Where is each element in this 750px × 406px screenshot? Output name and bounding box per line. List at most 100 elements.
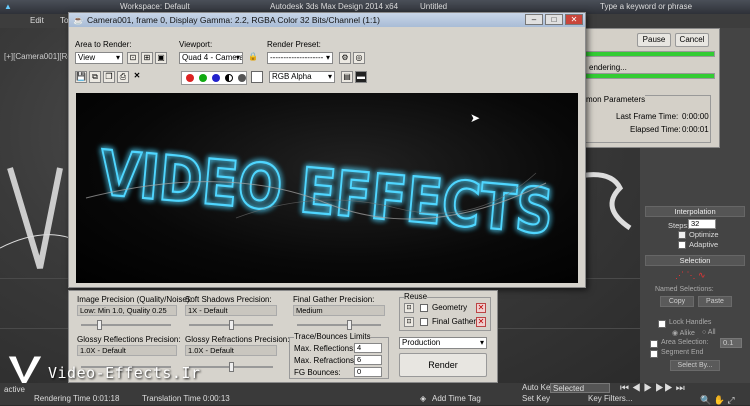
fg-bounces-input[interactable]: 0: [354, 367, 382, 377]
copy-image-icon[interactable]: ⧉: [89, 71, 101, 83]
rollout-selection[interactable]: Selection: [645, 255, 745, 266]
auto-region-icon[interactable]: ⊞: [141, 52, 153, 64]
video-effects-render: VIDEO EFFECTS: [85, 135, 557, 250]
render-preset-label: Render Preset:: [267, 40, 321, 49]
minimize-button[interactable]: –: [525, 14, 543, 25]
blue-channel-icon[interactable]: [212, 74, 220, 82]
final-gather-checkbox[interactable]: [420, 318, 428, 326]
progress-fill: [586, 52, 714, 56]
render-text: VIDEO EFFECTS: [97, 136, 557, 248]
clear-icon[interactable]: ✕: [131, 71, 143, 83]
green-channel-icon[interactable]: [199, 74, 207, 82]
toggle-ui-icon[interactable]: ▬: [355, 71, 367, 83]
progress-bar-top: [585, 51, 715, 57]
time-tag-icon[interactable]: ◈: [420, 394, 426, 403]
area-selection-input[interactable]: 0.1: [720, 338, 742, 348]
area-to-render-select[interactable]: View: [75, 52, 123, 64]
pause-button[interactable]: Pause: [637, 33, 671, 47]
set-key-button[interactable]: Set Key: [522, 394, 550, 403]
file-name: Untitled: [420, 2, 448, 11]
viewport-text-fragment: [0, 167, 70, 269]
render-setup-icon[interactable]: ⚙: [339, 52, 351, 64]
steps-input[interactable]: 32: [688, 219, 716, 229]
trace-bounces-group: Trace/Bounces Limits Max. Reflections: 4…: [289, 332, 389, 379]
all-radio[interactable]: ○ All: [702, 329, 716, 336]
menu-item-edit[interactable]: Edit: [30, 16, 44, 25]
rollout-interpolation[interactable]: Interpolation: [645, 206, 745, 217]
rfw-titlebar[interactable]: ☕ Camera001, frame 0, Display Gamma: 2.2…: [69, 13, 585, 27]
alike-label: Alike: [679, 330, 695, 337]
search-input[interactable]: Type a keyword or phrase: [600, 2, 692, 11]
geometry-checkbox[interactable]: [420, 304, 428, 312]
color-swatch[interactable]: [251, 71, 263, 83]
alike-radio[interactable]: ◉ Alike: [672, 329, 695, 337]
lock-handles-checkbox[interactable]: [658, 320, 666, 328]
monochrome-icon[interactable]: [238, 74, 246, 82]
selected-select[interactable]: Selected: [550, 383, 610, 393]
production-select[interactable]: Production: [399, 337, 487, 349]
copy-button[interactable]: Copy: [660, 296, 694, 307]
toggle-ui-overlay-icon[interactable]: ▤: [341, 71, 353, 83]
clear-final-gather-icon[interactable]: ✕: [476, 317, 486, 327]
close-button[interactable]: ✕: [565, 14, 583, 25]
fg-lock-icon[interactable]: ⊡: [404, 317, 414, 327]
last-frame-value: 0:00:00: [682, 112, 709, 121]
max-logo-icon[interactable]: ▲: [4, 2, 12, 11]
last-frame-label: Last Frame Time:: [616, 112, 679, 121]
optimize-checkbox[interactable]: [678, 231, 686, 239]
clone-window-icon[interactable]: ❐: [103, 71, 115, 83]
paste-button[interactable]: Paste: [698, 296, 732, 307]
edit-region-icon[interactable]: ⊡: [127, 52, 139, 64]
vertex-mode-icons[interactable]: ⋰ ⋱ ∿: [675, 270, 706, 281]
elapsed-label: Elapsed Time:: [630, 125, 681, 134]
adaptive-label: Adaptive: [689, 240, 719, 249]
rendered-image[interactable]: VIDEO EFFECTS ➤: [76, 93, 578, 283]
geometry-lock-icon[interactable]: ⊡: [404, 303, 414, 313]
select-by-button[interactable]: Select By...: [670, 360, 720, 371]
channel-display-select[interactable]: RGB Alpha: [269, 71, 335, 83]
trace-bounces-title: Trace/Bounces Limits: [294, 332, 371, 341]
final-gather-slider[interactable]: [347, 320, 352, 330]
area-selection-checkbox[interactable]: [650, 340, 658, 348]
soft-shadows-label: Soft Shadows Precision:: [185, 295, 272, 304]
progress-bar-bottom: [585, 73, 715, 79]
clear-geometry-icon[interactable]: ✕: [476, 303, 486, 313]
common-parameters-title: mon Parameters: [586, 95, 646, 104]
key-filters-button[interactable]: Key Filters...: [588, 394, 632, 403]
cancel-button[interactable]: Cancel: [675, 33, 709, 47]
area-to-render-label: Area to Render:: [75, 40, 132, 49]
watermark-text: Video-Effects.Ir: [48, 364, 201, 382]
final-gather-label: Final Gather Precision:: [293, 295, 375, 304]
workspace-selector[interactable]: Workspace: Default: [120, 2, 190, 11]
save-icon[interactable]: 💾: [75, 71, 87, 83]
viewport-select[interactable]: Quad 4 - Camera0: [179, 52, 243, 64]
glossy-refractions-label: Glossy Refractions Precision:: [185, 335, 290, 344]
crop-icon[interactable]: ▣: [155, 52, 167, 64]
max-refractions-input[interactable]: 6: [354, 355, 382, 365]
mouse-cursor-icon: ➤: [470, 111, 481, 125]
zoom-icon[interactable]: 🔍 ✋ ⤢: [700, 395, 735, 406]
print-icon[interactable]: ⎙: [117, 71, 129, 83]
maximize-button[interactable]: □: [545, 14, 563, 25]
soft-shadows-slider[interactable]: [229, 320, 234, 330]
status-bar: active Rendering Time 0:01:18 Translatio…: [0, 383, 750, 405]
image-precision-slider-track: [81, 324, 171, 326]
red-channel-icon[interactable]: [186, 74, 194, 82]
image-precision-slider[interactable]: [97, 320, 102, 330]
render-button[interactable]: Render: [399, 353, 487, 377]
segment-end-checkbox[interactable]: [650, 350, 658, 358]
lock-handles-label: Lock Handles: [669, 319, 712, 326]
environment-icon[interactable]: ◎: [353, 52, 365, 64]
max-reflections-input[interactable]: 4: [354, 343, 382, 353]
progress-status: endering...: [589, 63, 627, 72]
render-preset-select[interactable]: --------------------: [267, 52, 333, 64]
translation-time: Translation Time 0:00:13: [142, 394, 230, 403]
reuse-title: Reuse: [404, 292, 428, 301]
playback-controls[interactable]: ⏮ ◀ ▶ ▶▶ ⏭: [620, 383, 685, 394]
adaptive-checkbox[interactable]: [678, 241, 686, 249]
add-time-tag[interactable]: Add Time Tag: [432, 394, 481, 403]
viewport-label: Viewport:: [179, 40, 213, 49]
alpha-channel-icon[interactable]: [225, 74, 233, 82]
named-selections-label: Named Selections:: [655, 286, 714, 293]
lock-icon[interactable]: 🔒: [247, 52, 259, 64]
